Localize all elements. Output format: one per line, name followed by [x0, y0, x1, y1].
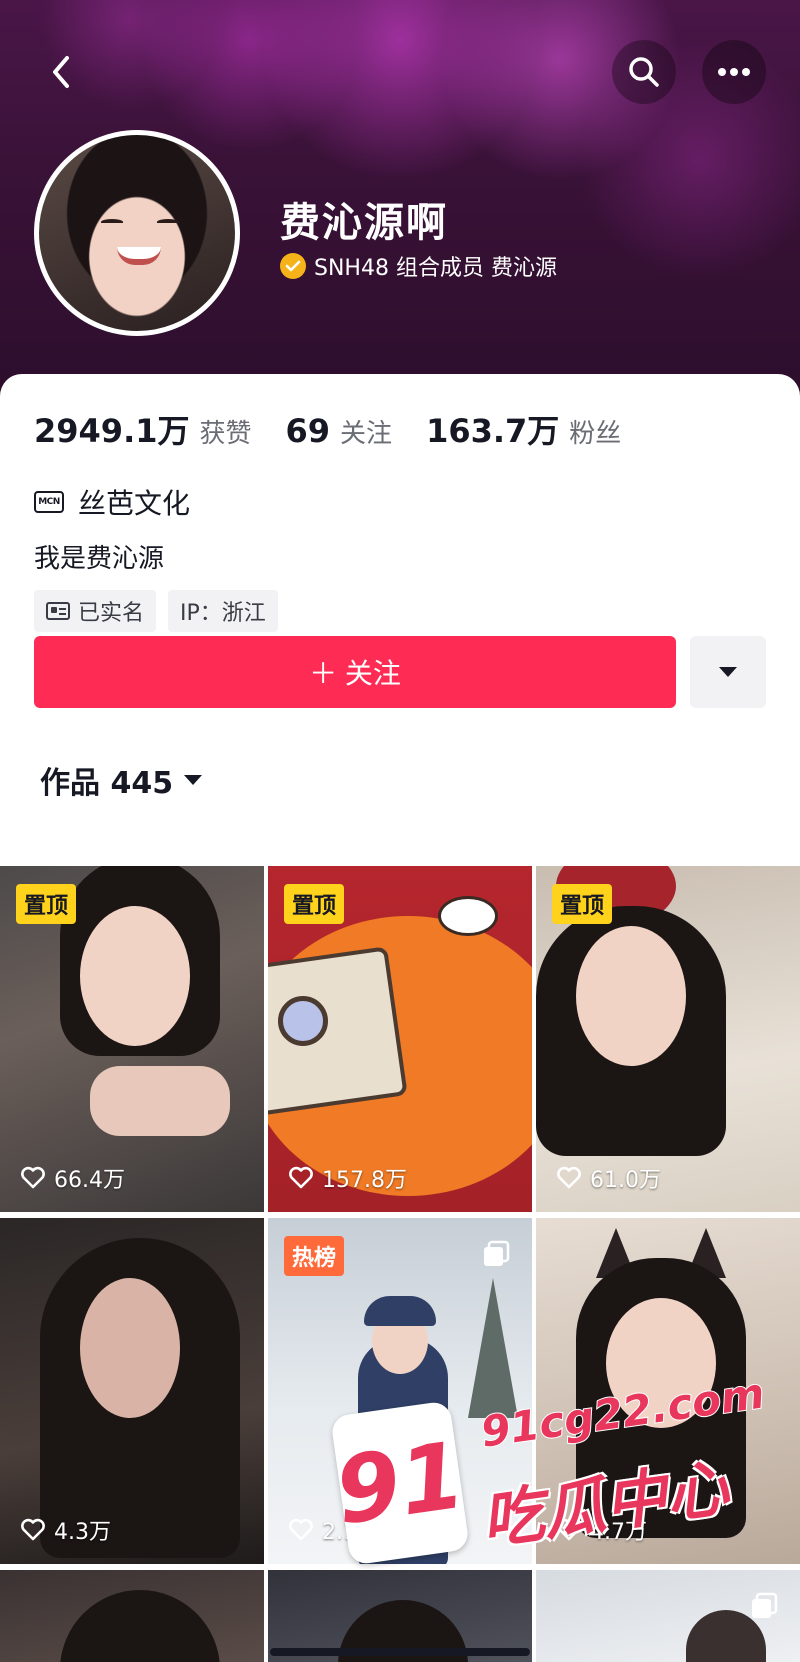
avatar-art — [101, 219, 123, 225]
tab-works-label: 作品 445 — [40, 766, 174, 801]
mcn-icon: MCN — [34, 491, 64, 513]
video-tile[interactable] — [0, 1570, 264, 1662]
stat-likes[interactable]: 2949.1万 获赞 — [34, 406, 252, 452]
video-thumbnail-art — [80, 906, 190, 1046]
video-thumbnail-art — [80, 1278, 180, 1418]
pinned-badge: 置顶 — [552, 884, 613, 924]
nickname: 费沁源啊 — [280, 200, 448, 246]
video-tile[interactable] — [536, 1570, 800, 1662]
video-likes: 61.0万 — [556, 1162, 661, 1194]
search-icon — [629, 57, 659, 87]
video-likes: 4.7万 — [556, 1514, 647, 1546]
more-button[interactable] — [702, 40, 766, 104]
tag-ip-label: IP：浙江 — [180, 601, 266, 626]
tag-ip: IP：浙江 — [168, 590, 278, 632]
heart-icon — [21, 1166, 45, 1189]
search-button[interactable] — [612, 40, 676, 104]
back-button[interactable] — [30, 40, 94, 104]
stat-followers-value: 163.7万 — [426, 412, 560, 450]
avatar[interactable] — [34, 130, 240, 336]
video-thumbnail-art — [364, 1296, 436, 1326]
video-tile[interactable]: 置顶 61.0万 — [536, 866, 800, 1212]
video-tile[interactable]: 置顶 157.8万 — [268, 866, 532, 1212]
video-likes-count: 4.3万 — [54, 1520, 111, 1545]
trending-badge: 热榜 — [284, 1236, 345, 1276]
id-card-icon — [46, 602, 70, 620]
tab-works[interactable]: 作品 445 — [40, 758, 203, 802]
verification-row: SNH48 组合成员 费沁源 — [280, 250, 557, 282]
video-tile[interactable]: 4.3万 — [0, 1218, 264, 1564]
bio: 我是费沁源 — [34, 544, 165, 574]
stat-likes-value: 2949.1万 — [34, 412, 190, 450]
stats-row: 2949.1万 获赞 69 关注 163.7万 粉丝 — [34, 406, 655, 452]
video-likes-count: 66.4万 — [54, 1168, 125, 1193]
video-likes-count: 2.1万 — [322, 1520, 379, 1545]
mcn-name: 丝芭文化 — [78, 487, 191, 520]
video-likes-count: 157.8万 — [322, 1168, 407, 1193]
avatar-art — [157, 219, 179, 225]
home-indicator — [270, 1648, 530, 1656]
video-likes: 2.1万 — [288, 1514, 379, 1546]
verified-icon — [280, 253, 306, 279]
video-likes: 66.4万 — [20, 1162, 125, 1194]
profile-tags: 已实名 IP：浙江 — [34, 590, 278, 632]
verification-text: SNH48 组合成员 费沁源 — [314, 256, 557, 281]
video-tile[interactable]: 4.7万 — [536, 1218, 800, 1564]
multi-image-icon — [752, 1592, 778, 1618]
video-thumbnail-art — [278, 996, 328, 1046]
caret-down-icon — [719, 667, 737, 677]
video-thumbnail-art — [438, 896, 498, 936]
heart-icon — [557, 1166, 581, 1189]
stat-following-label: 关注 — [340, 419, 393, 449]
mcn-row[interactable]: MCN 丝芭文化 — [34, 482, 190, 522]
profile-header: 费沁源啊 SNH48 组合成员 费沁源 — [0, 0, 800, 400]
heart-icon — [289, 1166, 313, 1189]
caret-down-icon — [184, 775, 203, 785]
video-tile[interactable]: 热榜 2.1万 — [268, 1218, 532, 1564]
avatar-art — [117, 247, 161, 265]
video-likes: 4.3万 — [20, 1514, 111, 1546]
tag-real-name-label: 已实名 — [78, 601, 145, 626]
tag-real-name[interactable]: 已实名 — [34, 590, 157, 632]
pinned-badge: 置顶 — [16, 884, 77, 924]
follow-button[interactable]: ＋ 关注 — [34, 636, 676, 708]
stat-following-value: 69 — [285, 412, 331, 450]
video-thumbnail-art — [468, 1278, 518, 1418]
video-tile[interactable]: 置顶 66.4万 — [0, 866, 264, 1212]
heart-icon — [21, 1518, 45, 1541]
stat-following[interactable]: 69 关注 — [286, 412, 393, 450]
video-likes: 157.8万 — [288, 1162, 407, 1194]
pinned-badge: 置顶 — [284, 884, 345, 924]
back-arrow-icon — [53, 56, 69, 88]
more-actions-dropdown[interactable] — [690, 636, 766, 708]
heart-icon — [557, 1518, 581, 1541]
heart-icon — [289, 1518, 313, 1541]
more-icon — [718, 68, 750, 76]
video-thumbnail-art — [576, 926, 686, 1066]
video-thumbnail-art — [606, 1298, 716, 1428]
video-likes-count: 61.0万 — [590, 1168, 661, 1193]
multi-image-icon — [484, 1240, 510, 1266]
stat-followers-label: 粉丝 — [569, 419, 622, 449]
stat-followers[interactable]: 163.7万 粉丝 — [426, 406, 621, 452]
video-thumbnail-art — [60, 1590, 220, 1662]
stat-likes-label: 获赞 — [199, 419, 252, 449]
video-thumbnail-art — [90, 1066, 230, 1136]
video-likes-count: 4.7万 — [590, 1520, 647, 1545]
